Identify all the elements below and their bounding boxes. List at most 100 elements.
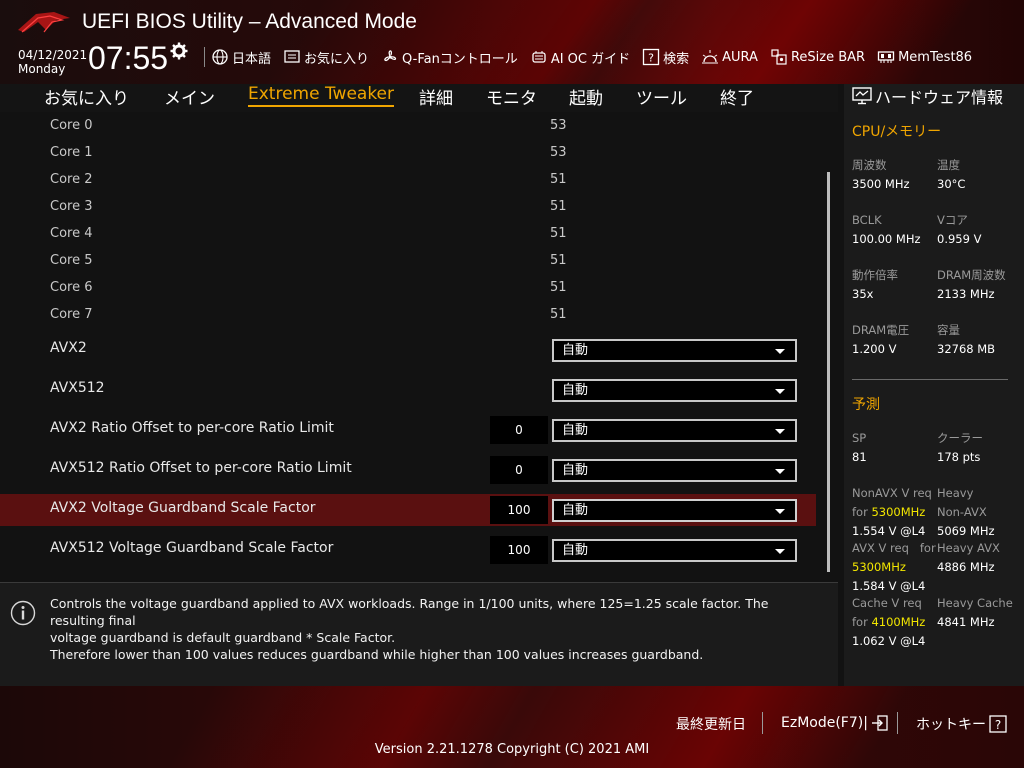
setting-row-avx512-ratio-offset[interactable]: AVX512 Ratio Offset to per-core Ratio Li… (0, 454, 816, 486)
stat-key: Cache V req (852, 596, 922, 610)
tab-extreme-tweaker[interactable]: Extreme Tweaker (248, 84, 395, 107)
settings-list: Core 0 53 Core 1 53 Core 2 51 Core 3 51 … (0, 112, 838, 578)
date-text: 04/12/2021 (18, 48, 88, 62)
footer-divider (897, 712, 898, 734)
ezmode-button[interactable]: EzMode(F7)| (781, 714, 889, 732)
hw-stat-heavy-nonavx: Heavy Non-AVX 5069 MHz (937, 484, 995, 541)
setting-row-avx512-guardband[interactable]: AVX512 Voltage Guardband Scale Factor 10… (0, 534, 816, 566)
hw-stat: 周波数 3500 MHz (852, 156, 910, 194)
ai-oc-button[interactable]: AI OC ガイド (530, 48, 630, 67)
avx512-ratio-offset-input[interactable]: 0 (490, 456, 548, 484)
tab-advanced[interactable]: 詳細 (419, 84, 453, 109)
stat-key: Heavy (937, 486, 974, 500)
monitor-icon (852, 87, 872, 105)
scrollbar[interactable] (827, 172, 830, 572)
chevron-down-icon (775, 549, 785, 554)
chevron-down-icon (775, 389, 785, 394)
tab-monitor[interactable]: モニタ (486, 84, 537, 109)
avx512-guardband-input[interactable]: 100 (490, 536, 548, 564)
language-button[interactable]: 日本語 (211, 48, 271, 67)
setting-label: AVX512 Voltage Guardband Scale Factor (50, 540, 334, 556)
stat-value: 35x (852, 287, 874, 301)
setting-row-avx2-ratio-offset[interactable]: AVX2 Ratio Offset to per-core Ratio Limi… (0, 414, 816, 446)
core-label: Core 4 (50, 226, 93, 241)
core-label: Core 1 (50, 145, 93, 160)
core-ratio-value: 53 (550, 118, 567, 133)
hotkeys-label: ホットキー (916, 717, 986, 733)
chevron-down-icon (775, 469, 785, 474)
help-panel: Controls the voltage guardband applied t… (0, 582, 838, 686)
avx512-ratio-offset-dropdown[interactable]: 自動 (552, 459, 797, 482)
footer-bar: 最終更新日 EzMode(F7)| ホットキー ? Version 2.21.1… (0, 686, 1024, 768)
footer-divider (762, 712, 763, 734)
stat-key: 動作倍率 (852, 268, 898, 282)
main-nav: お気に入り メイン Extreme Tweaker 詳細 モニタ 起動 ツール … (0, 84, 838, 112)
search-label: 検索 (663, 51, 690, 67)
stat-value: 30°C (937, 177, 966, 191)
stat-key: for (852, 505, 868, 519)
aura-label: AURA (722, 49, 758, 65)
favorites-label: お気に入り (304, 51, 370, 67)
tab-exit[interactable]: 終了 (720, 84, 754, 109)
last-modified-button[interactable]: 最終更新日 (676, 714, 746, 734)
hw-stat-heavy-cache: Heavy Cache 4841 MHz (937, 594, 1013, 632)
core-ratio-value: 51 (550, 226, 567, 241)
setting-row-avx2-guardband[interactable]: AVX2 Voltage Guardband Scale Factor 100 … (0, 494, 816, 526)
stat-key: Heavy AVX (937, 541, 1000, 555)
help-line: Therefore lower than 100 values reduces … (50, 647, 704, 662)
core-row: Core 6 51 (0, 280, 816, 300)
favorites-button[interactable]: お気に入り (283, 48, 369, 67)
stat-key: クーラー (937, 431, 983, 445)
clock-display[interactable]: 07:55 (88, 40, 168, 77)
avx2-ratio-offset-dropdown[interactable]: 自動 (552, 419, 797, 442)
dropdown-value: 自動 (562, 343, 589, 358)
core-label: Core 6 (50, 280, 93, 295)
core-label: Core 5 (50, 253, 93, 268)
stat-key: Vコア (937, 213, 968, 227)
avx2-ratio-offset-input[interactable]: 0 (490, 416, 548, 444)
dropdown-value: 自動 (562, 383, 589, 398)
header-bar: UEFI BIOS Utility – Advanced Mode 04/12/… (0, 0, 1024, 84)
chevron-down-icon (775, 349, 785, 354)
tab-main[interactable]: メイン (164, 84, 215, 109)
toolbar: 日本語 お気に入り Q-Fanコントロール AI OC ガイド ? 検索 AUR… (200, 46, 984, 68)
avx512-dropdown[interactable]: 自動 (552, 379, 797, 402)
stat-key: NonAVX V req (852, 486, 932, 500)
hw-stat: Vコア 0.959 V (937, 211, 981, 249)
hw-stat: DRAM電圧 1.200 V (852, 321, 909, 359)
qfan-button[interactable]: Q-Fanコントロール (381, 48, 518, 67)
setting-label: AVX2 Ratio Offset to per-core Ratio Limi… (50, 420, 334, 436)
hotkeys-button[interactable]: ホットキー ? (916, 714, 1007, 734)
avx2-dropdown[interactable]: 自動 (552, 339, 797, 362)
tab-boot[interactable]: 起動 (569, 84, 603, 109)
core-row: Core 5 51 (0, 253, 816, 273)
core-label: Core 2 (50, 172, 93, 187)
stat-frequency: 5300MHz (852, 560, 906, 574)
gear-icon[interactable] (170, 42, 188, 60)
favorites-icon (284, 50, 300, 63)
aura-button[interactable]: AURA (701, 48, 758, 66)
setting-row-avx2[interactable]: AVX2 自動 (0, 334, 816, 366)
help-text: Controls the voltage guardband applied t… (50, 595, 810, 663)
hw-stat-avx-vreq: AVX V req for 5300MHz 1.584 V @L4 (852, 539, 936, 596)
core-label: Core 3 (50, 199, 93, 214)
stat-value: 2133 MHz (937, 287, 995, 301)
stat-value: 1.200 V (852, 342, 897, 356)
search-button[interactable]: ? 検索 (642, 48, 689, 67)
resize-bar-button[interactable]: ReSize BAR (770, 48, 865, 66)
globe-icon (212, 49, 228, 65)
resize-bar-label: ReSize BAR (790, 49, 866, 65)
setting-row-avx512[interactable]: AVX512 自動 (0, 374, 816, 406)
core-ratio-value: 51 (550, 280, 567, 295)
avx2-guardband-input[interactable]: 100 (490, 496, 548, 524)
core-ratio-value: 51 (550, 307, 567, 322)
tab-favorites[interactable]: お気に入り (44, 84, 129, 109)
stat-key: for (852, 615, 868, 629)
avx2-guardband-dropdown[interactable]: 自動 (552, 499, 797, 522)
hw-stat: DRAM周波数 2133 MHz (937, 266, 1006, 304)
avx512-guardband-dropdown[interactable]: 自動 (552, 539, 797, 562)
memtest-button[interactable]: MemTest86 (877, 48, 972, 66)
stat-value: 4886 MHz (937, 560, 995, 574)
tab-tool[interactable]: ツール (636, 84, 687, 109)
stat-value: 32768 MB (937, 342, 996, 356)
